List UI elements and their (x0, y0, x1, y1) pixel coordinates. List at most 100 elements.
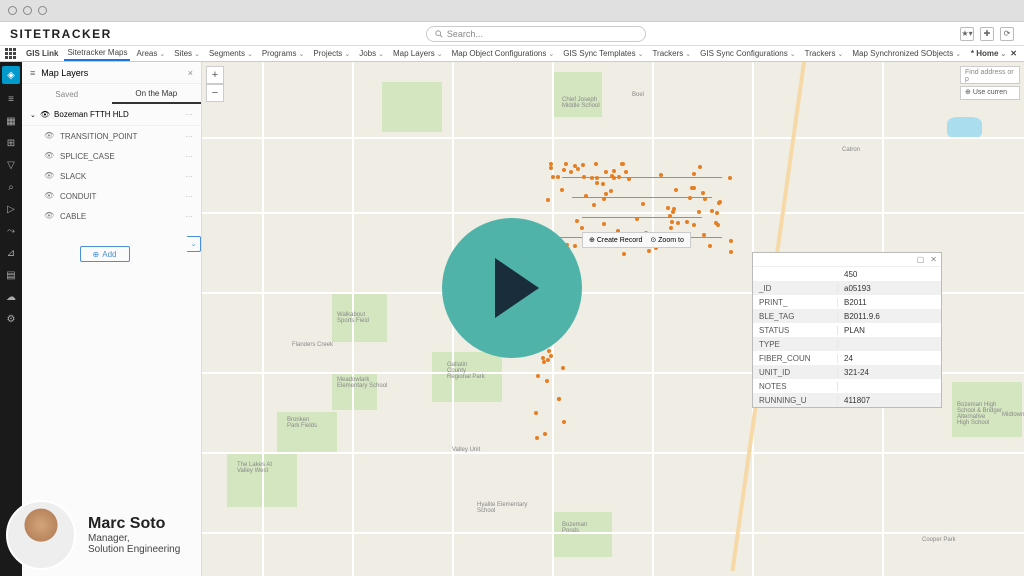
nav-gis-sync-config[interactable]: GIS Sync Configurations⌄ (697, 46, 798, 61)
nav-map-layers[interactable]: Map Layers⌄ (390, 46, 446, 61)
nav-trackers-2[interactable]: Trackers⌄ (802, 46, 847, 61)
eye-icon[interactable]: 👁 (44, 171, 54, 181)
search-tool-icon[interactable]: ⌕ (4, 180, 18, 194)
info-value: 24 (838, 354, 853, 363)
data-icon[interactable]: ▤ (4, 268, 18, 282)
nav-areas[interactable]: Areas⌄ (133, 46, 168, 61)
tag-icon[interactable]: ▷ (4, 202, 18, 216)
min-dot-icon[interactable] (23, 6, 32, 15)
layers-tool-icon[interactable]: ◈ (2, 66, 20, 84)
more-icon[interactable]: ⋯ (185, 212, 193, 221)
list-icon[interactable]: ≡ (4, 92, 18, 106)
info-row: UNIT_ID321-24 (753, 365, 941, 379)
feature-action-bar: ⊕ Create Record ⊙ Zoom to (582, 232, 691, 248)
map-label: Boel (632, 92, 644, 98)
tab-saved[interactable]: Saved (22, 84, 112, 104)
info-row: FIBER_COUN24 (753, 351, 941, 365)
cloud-icon[interactable]: ☁ (4, 290, 18, 304)
max-dot-icon[interactable] (38, 6, 47, 15)
layer-group[interactable]: ⌄ 👁 Bozeman FTTH HLD ⋯ (22, 104, 201, 126)
map-label: Cooper Park (922, 537, 956, 543)
map-label: MeadowlarkElementary School (337, 377, 387, 389)
zoom-to-button[interactable]: ⊙ Zoom to (650, 236, 684, 244)
map-label: Hyalite ElementarySchool (477, 502, 527, 514)
global-search-input[interactable]: Search... (426, 26, 646, 42)
search-icon (435, 30, 443, 38)
layer-cable[interactable]: 👁CABLE⋯ (22, 206, 201, 226)
panel-close-icon[interactable]: × (188, 68, 193, 78)
nav-home[interactable]: * Home⌄✕ (968, 46, 1020, 61)
eye-icon[interactable]: 👁 (44, 151, 54, 161)
nav-gis-sync-templates[interactable]: GIS Sync Templates⌄ (560, 46, 646, 61)
expand-icon[interactable]: ⌄ (30, 111, 36, 119)
video-play-button[interactable] (442, 218, 582, 358)
info-key: UNIT_ID (753, 368, 838, 377)
info-row: _IDa05193 (753, 281, 941, 295)
info-key: _ID (753, 284, 838, 293)
nav-sites[interactable]: Sites⌄ (171, 46, 203, 61)
more-icon[interactable]: ⋯ (185, 132, 193, 141)
presenter-badge: Marc Soto Manager, Solution Engineering (0, 494, 186, 576)
zoom-in-button[interactable]: + (206, 66, 224, 84)
nav-map-sync-sobjects[interactable]: Map Synchronized SObjects⌄ (849, 46, 964, 61)
create-record-button[interactable]: ⊕ Create Record (589, 236, 642, 244)
app-launcher-icon[interactable] (4, 48, 16, 60)
nav-trackers[interactable]: Trackers⌄ (649, 46, 694, 61)
layer-conduit[interactable]: 👁CONDUIT⋯ (22, 186, 201, 206)
nav-segments[interactable]: Segments⌄ (206, 46, 256, 61)
eye-icon[interactable]: 👁 (40, 110, 50, 119)
grid-icon[interactable]: ▦ (4, 114, 18, 128)
history-icon[interactable]: ⟳ (1000, 27, 1014, 41)
layer-splice-case[interactable]: 👁SPLICE_CASE⋯ (22, 146, 201, 166)
route-icon[interactable]: ⤳ (4, 224, 18, 238)
add-layer-button[interactable]: ⊕ Add (80, 246, 130, 262)
presenter-title: Manager, (88, 533, 180, 544)
plus-icon[interactable]: ✚ (980, 27, 994, 41)
panel-close-icon[interactable]: ✕ (930, 255, 937, 264)
settings-icon[interactable]: ⚙ (4, 312, 18, 326)
add-layer-dropdown[interactable]: ⌄ (187, 236, 201, 252)
table-icon[interactable]: ⊞ (4, 136, 18, 150)
more-icon[interactable]: ⋯ (185, 110, 193, 119)
map-label: Chief JosephMiddle School (562, 97, 600, 109)
presenter-name: Marc Soto (88, 515, 180, 533)
info-key: PRINT_ (753, 298, 838, 307)
info-value: B2011.9.6 (838, 312, 880, 321)
panel-menu-icon[interactable]: ≡ (30, 68, 35, 78)
info-key: BLE_TAG (753, 312, 838, 321)
zoom-out-button[interactable]: − (206, 84, 224, 102)
info-key: FIBER_COUN (753, 354, 838, 363)
map-canvas[interactable]: // place fiber nodes cluster (function()… (202, 62, 1024, 576)
map-label: Flanders Creek (292, 342, 333, 348)
nav-map-obj-config[interactable]: Map Object Configurations⌄ (449, 46, 558, 61)
map-label: Valley Unit (452, 447, 480, 453)
more-icon[interactable]: ⋯ (185, 152, 193, 161)
layer-transition-point[interactable]: 👁TRANSITION_POINT⋯ (22, 126, 201, 146)
nav-jobs[interactable]: Jobs⌄ (356, 46, 387, 61)
find-address-input[interactable]: Find address or p (960, 66, 1020, 84)
panel-expand-icon[interactable]: ▢ (917, 255, 925, 264)
map-label: GallatinCountyRegional Park (447, 362, 485, 380)
nav-projects[interactable]: Projects⌄ (310, 46, 353, 61)
nav-programs[interactable]: Programs⌄ (259, 46, 308, 61)
filter-icon[interactable]: ▽ (4, 158, 18, 172)
eye-icon[interactable]: 👁 (44, 191, 54, 201)
nav-sitetracker-maps[interactable]: Sitetracker Maps (64, 46, 130, 61)
map-label: BronkenPark Fields (287, 417, 317, 429)
more-icon[interactable]: ⋯ (185, 192, 193, 201)
eye-icon[interactable]: 👁 (44, 131, 54, 141)
close-dot-icon[interactable] (8, 6, 17, 15)
tab-on-map[interactable]: On the Map (112, 84, 202, 104)
more-icon[interactable]: ⋯ (185, 172, 193, 181)
info-value: a05193 (838, 284, 871, 293)
use-current-button[interactable]: ⊕ Use curren (960, 86, 1020, 100)
info-row: STATUSPLAN (753, 323, 941, 337)
info-row: 450 (753, 267, 941, 281)
eye-icon[interactable]: 👁 (44, 211, 54, 221)
presenter-dept: Solution Engineering (88, 544, 180, 555)
info-value: 411807 (838, 396, 870, 405)
measure-icon[interactable]: ⊿ (4, 246, 18, 260)
star-icon[interactable]: ★▾ (960, 27, 974, 41)
layer-slack[interactable]: 👁SLACK⋯ (22, 166, 201, 186)
map-label: BozemanPonds (562, 522, 587, 534)
